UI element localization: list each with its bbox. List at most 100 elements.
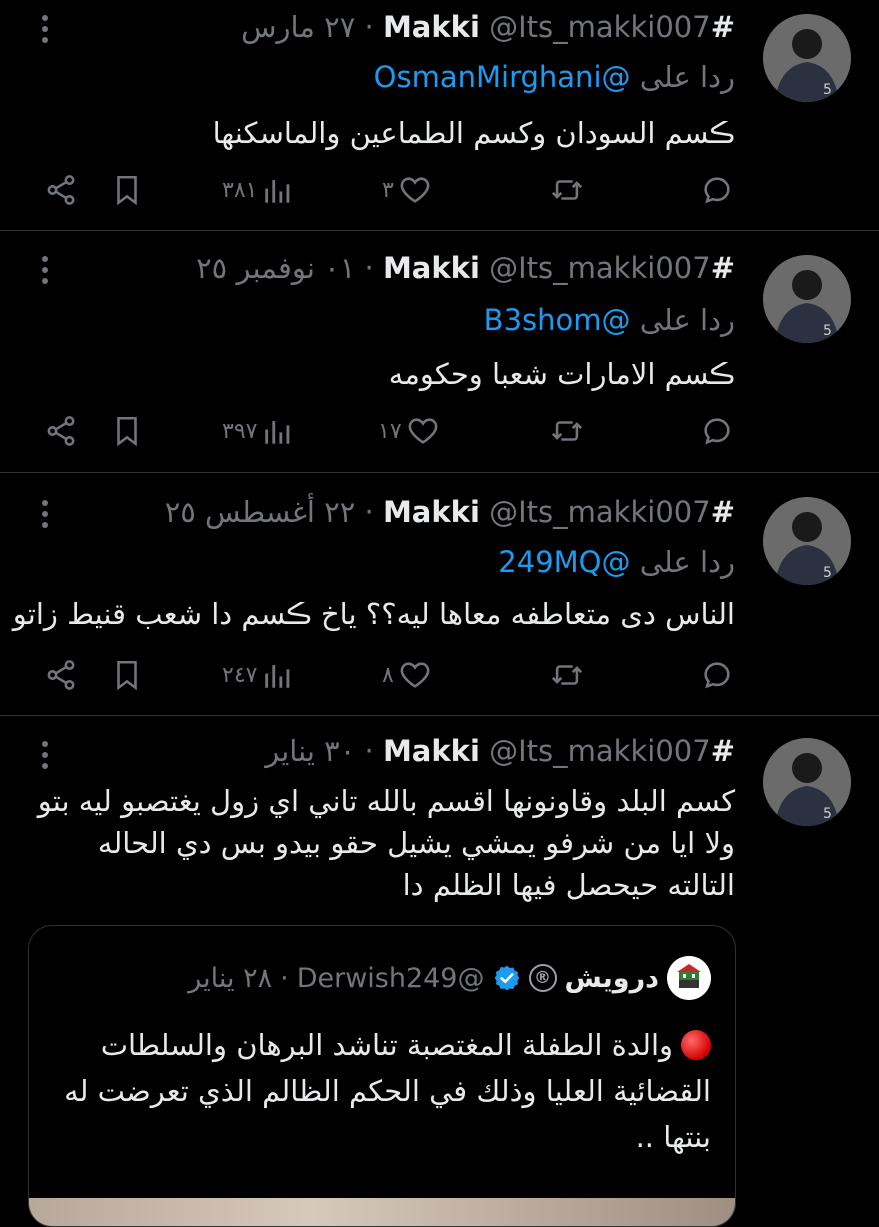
tweet-text: ڪسم السودان وكسم الطماعين والماسكنها [212,116,735,150]
tweet-text: كسم البلد وقاونونها اقسم بالله تاني اي ز… [37,784,735,902]
reply-context: ردا على @OsmanMirghani [374,60,735,94]
like-count: ٨ [382,662,394,688]
bookmark-icon [117,416,137,447]
separator: · [280,962,289,994]
reply-context: ردا على @249MQ [498,545,735,579]
views-button[interactable]: ٢٤٧ [222,655,295,695]
separator: · [364,10,374,44]
like-count: ٣ [382,177,394,203]
views-count: ٢٤٧ [222,662,258,688]
heart-icon [400,662,430,688]
reply-button[interactable] [700,170,734,210]
action-bar: ٣٩٧ ١٧ [0,411,879,451]
views-icon [265,421,290,444]
tweet-text: ڪسم الامارات شعبا وحكومه [388,357,735,391]
tweet-text: الناس دى متعاطفه معاها ليه؟؟ ياخ ڪسم دا … [12,597,735,631]
share-button[interactable] [44,411,78,451]
like-button[interactable]: ٨ [382,655,432,695]
bookmark-icon [117,660,137,691]
views-button[interactable]: ٣٩٧ [222,411,295,451]
svg-text:5: 5 [823,82,832,98]
bookmark-button[interactable] [110,411,144,451]
timestamp[interactable]: ٠١ نوفمبر ٢٥ [196,251,355,285]
avatar[interactable]: 5 [763,497,851,585]
quoted-avatar[interactable] [667,956,711,1000]
more-options-icon[interactable] [38,499,52,529]
tweet[interactable]: 5 #Makki @Its_makki007 · ٢٢ أغسطس ٢٥ ردا… [0,473,879,716]
timestamp[interactable]: ٢٧ مارس [241,10,355,44]
more-options-icon[interactable] [38,14,52,44]
handle[interactable]: @Its_makki007 [489,10,711,44]
mention-link[interactable]: @OsmanMirghani [374,60,631,94]
share-button[interactable] [44,655,78,695]
svg-text:5: 5 [823,565,832,581]
share-icon [47,660,75,690]
quoted-display-name[interactable]: درويش [565,963,660,994]
avatar[interactable]: 5 [763,738,851,826]
separator: · [364,734,374,768]
bookmark-button[interactable] [110,655,144,695]
more-options-icon[interactable] [38,255,52,285]
reply-prefix: ردا على [639,545,735,579]
comment-icon [704,418,730,445]
retweet-icon [551,180,583,200]
retweet-button[interactable] [550,411,584,451]
action-bar: ٣٨١ ٣ [0,170,879,210]
more-options-icon[interactable] [38,740,52,770]
quoted-timestamp: ٢٨ يناير [188,962,273,994]
mention-link[interactable]: @B3shom [484,303,631,337]
red-circle-emoji-icon [681,1030,711,1060]
bookmark-icon [117,175,137,206]
svg-text:5: 5 [823,323,832,339]
share-button[interactable] [44,170,78,210]
views-icon [265,665,290,688]
timestamp[interactable]: ٢٢ أغسطس ٢٥ [165,495,356,529]
separator: · [364,495,374,529]
avatar[interactable]: 5 [763,255,851,343]
action-bar: ٢٤٧ ٨ [0,655,879,695]
tweet-header: #Makki @Its_makki007 · ٢٢ أغسطس ٢٥ [165,495,735,529]
handle[interactable]: @Its_makki007 [489,734,711,768]
views-button[interactable]: ٣٨١ [222,170,295,210]
retweet-button[interactable] [550,170,584,210]
like-count: ١٧ [378,418,402,444]
share-icon [47,175,75,205]
handle[interactable]: @Its_makki007 [489,495,711,529]
quoted-handle[interactable]: @Derwish249 [297,963,485,994]
quoted-tweet-header: درويش ® @Derwish249 · ٢٨ يناير [188,956,711,1000]
reply-context: ردا على @B3shom [484,303,735,337]
quoted-tweet[interactable]: درويش ® @Derwish249 · ٢٨ يناير والدة الط… [28,925,736,1227]
comment-icon [704,177,730,204]
separator: · [364,251,374,285]
views-count: ٣٩٧ [222,418,258,444]
handle[interactable]: @Its_makki007 [489,251,711,285]
bookmark-button[interactable] [110,170,144,210]
tweet[interactable]: 5 #Makki @Its_makki007 · ٠١ نوفمبر ٢٥ رد… [0,231,879,473]
retweet-icon [551,665,583,685]
share-icon [47,416,75,446]
heart-icon [400,177,430,203]
avatar[interactable]: 5 [763,14,851,102]
quoted-media-image[interactable] [29,1198,735,1226]
tweet[interactable]: 5 #Makki @Its_makki007 · ٢٧ مارس ردا على… [0,0,879,231]
retweet-button[interactable] [550,655,584,695]
views-icon [265,180,290,203]
retweet-icon [551,421,583,441]
heart-icon [408,418,437,444]
quoted-tweet-text-block: والدة الطفلة المغتصبة تناشد البرهان والس… [41,1022,711,1160]
tweet-header: #Makki @Its_makki007 · ٣٠ يناير [265,734,735,768]
like-button[interactable]: ٣ [382,170,432,210]
like-button[interactable]: ١٧ [378,411,440,451]
verified-badge-icon [494,965,519,991]
reply-prefix: ردا على [639,60,735,94]
reply-prefix: ردا على [639,303,735,337]
mention-link[interactable]: @249MQ [498,545,630,579]
svg-text:5: 5 [823,806,832,822]
views-count: ٣٨١ [222,177,258,203]
reply-button[interactable] [700,411,734,451]
reply-button[interactable] [700,655,734,695]
timestamp[interactable]: ٣٠ يناير [265,734,355,768]
quoted-tweet-text: والدة الطفلة المغتصبة تناشد البرهان والس… [64,1028,711,1154]
comment-icon [704,662,730,689]
tweet-header: #Makki @Its_makki007 · ٢٧ مارس [241,10,735,44]
